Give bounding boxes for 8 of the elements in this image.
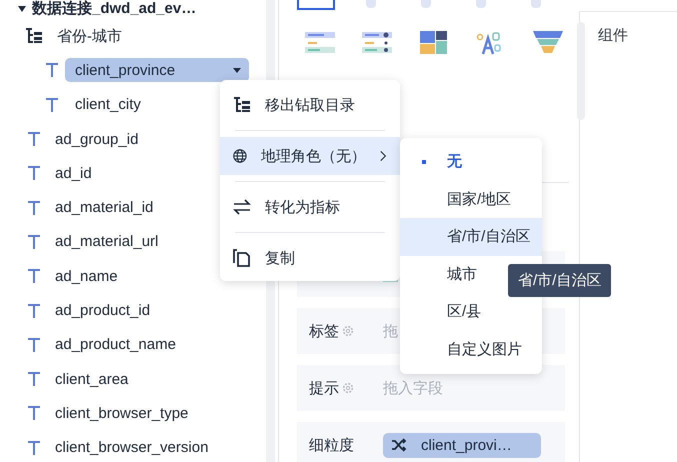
well-label: 标签 bbox=[309, 322, 339, 340]
tooltip: 省/市/自治区 bbox=[508, 264, 612, 297]
panel-title: 组件 bbox=[598, 27, 628, 44]
data-source-title: 数据连接_dwd_ad_ev… bbox=[32, 0, 196, 19]
well-label: 细粒度 bbox=[309, 436, 354, 454]
drop-placeholder: 拖入字段 bbox=[383, 378, 443, 398]
well-label: 提示 bbox=[309, 378, 339, 398]
drop-placeholder: 拖 bbox=[383, 322, 398, 340]
